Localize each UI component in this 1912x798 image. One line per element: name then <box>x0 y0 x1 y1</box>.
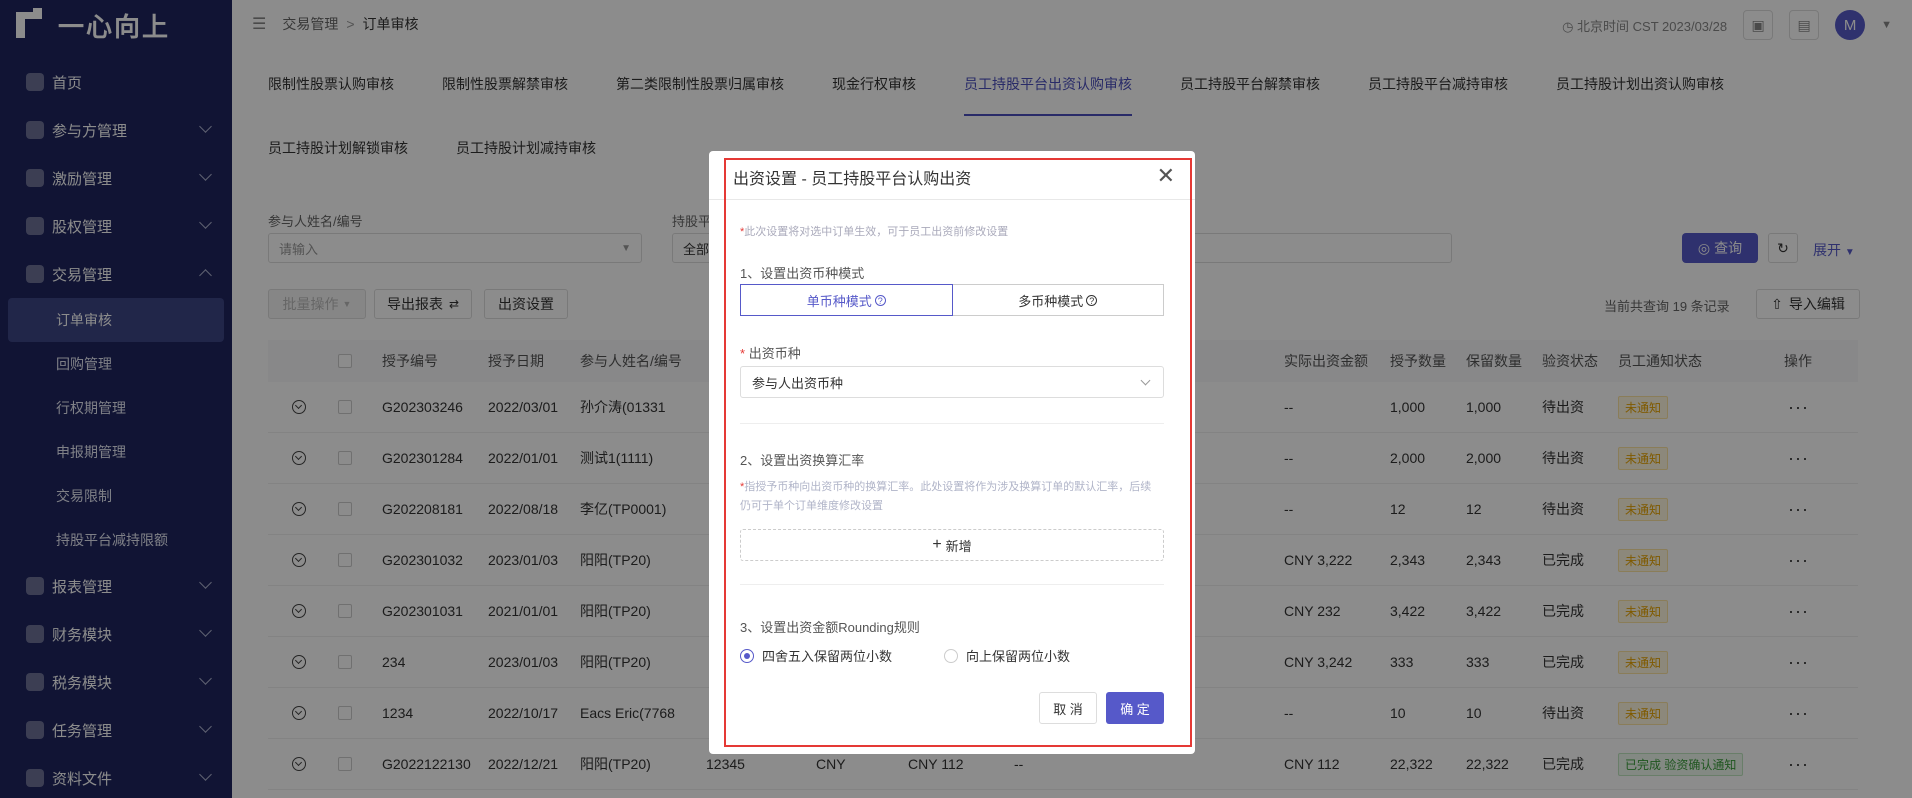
chevron-down-icon <box>1140 375 1151 386</box>
currency-select[interactable]: 参与人出资币种 <box>740 366 1164 398</box>
rounding-radio-group: 四舍五入保留两位小数 向上保留两位小数 <box>740 646 1070 665</box>
question-icon[interactable]: ? <box>1086 294 1098 306</box>
funding-setting-dialog: 出资设置 - 员工持股平台认购出资 ✕ *此次设置将对选中订单生效，可于员工出资… <box>709 151 1195 754</box>
section-divider <box>740 584 1164 585</box>
section-divider <box>740 423 1164 424</box>
hint-text: 此次设置将对选中订单生效，可于员工出资前修改设置 <box>744 226 1009 238</box>
close-icon[interactable]: ✕ <box>1157 165 1175 187</box>
currency-field-label: * 出资币种 <box>740 343 801 362</box>
rate-note-text: 指授予币种向出资币种的换算汇率。此处设置将作为涉及换算订单的默认汇率，后续仍可于… <box>740 481 1152 512</box>
single-currency-label: 单币种模式 <box>806 293 872 309</box>
dialog-hint: *此次设置将对选中订单生效，可于员工出资前修改设置 <box>740 223 1008 239</box>
add-rate-button[interactable]: + 新增 <box>740 529 1164 561</box>
round-up-label[interactable]: 向上保留两位小数 <box>966 646 1070 665</box>
currency-label: 出资币种 <box>748 346 801 361</box>
single-currency-option[interactable]: 单币种模式? <box>740 284 953 316</box>
add-label: 新增 <box>945 538 972 554</box>
multi-currency-label: 多币种模式 <box>1018 293 1084 309</box>
multi-currency-option[interactable]: 多币种模式? <box>952 284 1164 316</box>
cancel-button[interactable]: 取 消 <box>1039 692 1097 724</box>
required-mark: * <box>740 346 746 361</box>
rate-note: *指授予币种向出资币种的换算汇率。此处设置将作为涉及换算订单的默认汇率，后续仍可… <box>740 478 1160 516</box>
round-up-radio[interactable] <box>944 648 959 663</box>
currency-mode-toggle: 单币种模式? 多币种模式? <box>740 284 1164 316</box>
plus-icon: + <box>932 536 942 553</box>
currency-value: 参与人出资币种 <box>752 375 844 391</box>
dialog-title: 出资设置 - 员工持股平台认购出资 <box>733 171 972 188</box>
section-exchange-rate: 2、设置出资换算汇率 <box>740 453 865 468</box>
question-icon[interactable]: ? <box>874 294 886 306</box>
section-rounding: 3、设置出资金额Rounding规则 <box>740 620 920 635</box>
section-currency-mode: 1、设置出资币种模式 <box>740 266 865 281</box>
dialog-divider <box>709 199 1195 200</box>
round-half-label[interactable]: 四舍五入保留两位小数 <box>762 646 892 665</box>
confirm-button[interactable]: 确 定 <box>1106 692 1164 724</box>
round-half-radio[interactable] <box>740 648 754 663</box>
